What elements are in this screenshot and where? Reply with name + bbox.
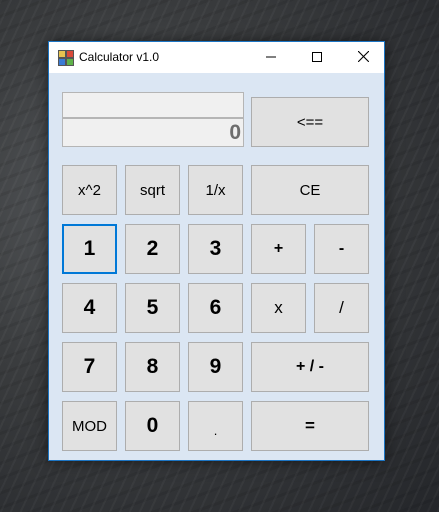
result-display: 0 <box>62 118 244 147</box>
expression-display <box>62 92 244 118</box>
sqrt-button[interactable]: sqrt <box>125 165 180 215</box>
calculator-window: Calculator v1.0 0 <== x^2 sqrt 1/x CE 1 … <box>48 41 385 461</box>
minimize-button[interactable] <box>248 42 294 73</box>
digit-3-button[interactable]: 3 <box>188 224 243 274</box>
close-button[interactable] <box>340 42 386 73</box>
plus-button[interactable]: + <box>251 224 306 274</box>
clear-entry-button[interactable]: CE <box>251 165 369 215</box>
close-icon <box>357 49 369 67</box>
minimize-icon <box>266 49 276 67</box>
mod-button[interactable]: MOD <box>62 401 117 451</box>
digit-0-button[interactable]: 0 <box>125 401 180 451</box>
digit-7-button[interactable]: 7 <box>62 342 117 392</box>
digit-5-button[interactable]: 5 <box>125 283 180 333</box>
digit-8-button[interactable]: 8 <box>125 342 180 392</box>
reciprocal-button[interactable]: 1/x <box>188 165 243 215</box>
digit-2-button[interactable]: 2 <box>125 224 180 274</box>
decimal-button[interactable]: . <box>188 401 243 451</box>
minus-button[interactable]: - <box>314 224 369 274</box>
maximize-icon <box>312 49 322 67</box>
calculator-app-icon <box>58 50 74 66</box>
digit-9-button[interactable]: 9 <box>188 342 243 392</box>
multiply-button[interactable]: x <box>251 283 306 333</box>
digit-1-button[interactable]: 1 <box>62 224 117 274</box>
square-button[interactable]: x^2 <box>62 165 117 215</box>
backspace-button[interactable]: <== <box>251 97 369 147</box>
title-bar[interactable]: Calculator v1.0 <box>49 42 384 73</box>
divide-button[interactable]: / <box>314 283 369 333</box>
negate-button[interactable]: + / - <box>251 342 369 392</box>
digit-6-button[interactable]: 6 <box>188 283 243 333</box>
maximize-button[interactable] <box>294 42 340 73</box>
window-title: Calculator v1.0 <box>79 50 160 64</box>
digit-4-button[interactable]: 4 <box>62 283 117 333</box>
equals-button[interactable]: = <box>251 401 369 451</box>
